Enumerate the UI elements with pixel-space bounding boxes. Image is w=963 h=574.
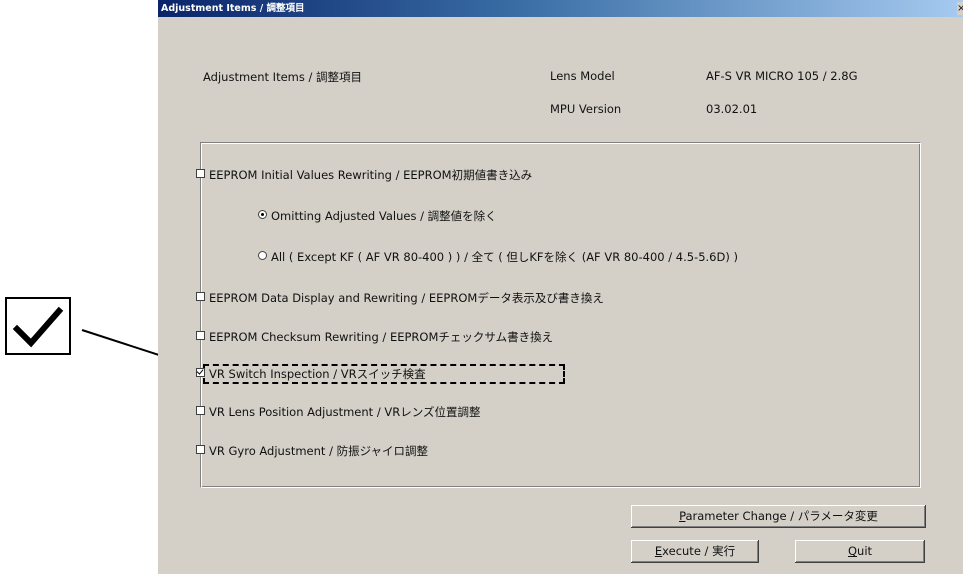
option-vr-switch[interactable]: VR Switch Inspection / VRスイッチ検査 — [196, 367, 426, 381]
section-label: Adjustment Items / 調整項目 — [203, 70, 363, 84]
radio-all[interactable]: All ( Except KF ( AF VR 80-400 ) ) / 全て … — [258, 250, 738, 264]
option-eeprom-data[interactable]: EEPROM Data Display and Rewriting / EEPR… — [196, 291, 604, 305]
option-vr-lens-position[interactable]: VR Lens Position Adjustment / VRレンズ位置調整 — [196, 405, 481, 419]
radio-icon[interactable] — [258, 210, 267, 219]
radio-icon[interactable] — [258, 251, 267, 260]
option-eeprom-checksum[interactable]: EEPROM Checksum Rewriting / EEPROMチェックサム… — [196, 330, 553, 344]
lens-model-value: AF-S VR MICRO 105 / 2.8G — [706, 69, 858, 83]
lens-model-label: Lens Model — [550, 69, 615, 83]
checkbox-icon[interactable] — [196, 406, 205, 415]
checkmark-icon — [12, 306, 64, 348]
close-icon[interactable]: × — [957, 2, 963, 15]
mnemonic: Q — [847, 544, 858, 558]
mpu-version-label: MPU Version — [550, 102, 622, 116]
checkbox-icon[interactable] — [196, 292, 205, 301]
execute-button[interactable]: Execute / 実行 — [631, 540, 759, 563]
callout-checkmark-box — [5, 297, 71, 355]
radio-label: Omitting Adjusted Values / 調整値を除く — [271, 209, 497, 223]
window-title: Adjustment Items / 調整項目 — [161, 3, 305, 14]
checkbox-icon[interactable] — [196, 445, 205, 454]
title-bar: Adjustment Items / 調整項目 × — [158, 0, 963, 17]
button-label: arameter Change / パラメータ変更 — [685, 509, 878, 523]
radio-omitting[interactable]: Omitting Adjusted Values / 調整値を除く — [258, 209, 497, 223]
checkbox-icon[interactable] — [196, 331, 205, 340]
parameter-change-button[interactable]: Parameter Change / パラメータ変更 — [631, 505, 926, 528]
option-label: EEPROM Data Display and Rewriting / EEPR… — [209, 291, 604, 305]
checkbox-icon[interactable] — [196, 169, 205, 178]
checkbox-checked-icon[interactable] — [196, 368, 205, 377]
option-label: VR Switch Inspection / VRスイッチ検査 — [209, 367, 426, 381]
option-label: EEPROM Initial Values Rewriting / EEPROM… — [209, 168, 533, 182]
mpu-version-value: 03.02.01 — [706, 102, 758, 116]
adjustment-options-group — [200, 142, 921, 488]
quit-button[interactable]: Quit — [795, 540, 925, 563]
adjustment-items-window: Adjustment Items / 調整項目 × Adjustment Ite… — [158, 0, 963, 574]
option-label: EEPROM Checksum Rewriting / EEPROMチェックサム… — [209, 330, 554, 344]
button-label: xecute / 実行 — [662, 544, 736, 558]
option-label: VR Gyro Adjustment / 防振ジャイロ調整 — [209, 444, 429, 458]
option-eeprom-initial[interactable]: EEPROM Initial Values Rewriting / EEPROM… — [196, 168, 532, 182]
radio-label: All ( Except KF ( AF VR 80-400 ) ) / 全て … — [271, 250, 738, 264]
option-vr-gyro[interactable]: VR Gyro Adjustment / 防振ジャイロ調整 — [196, 444, 428, 458]
button-label: uit — [857, 544, 873, 558]
option-label: VR Lens Position Adjustment / VRレンズ位置調整 — [209, 405, 481, 419]
